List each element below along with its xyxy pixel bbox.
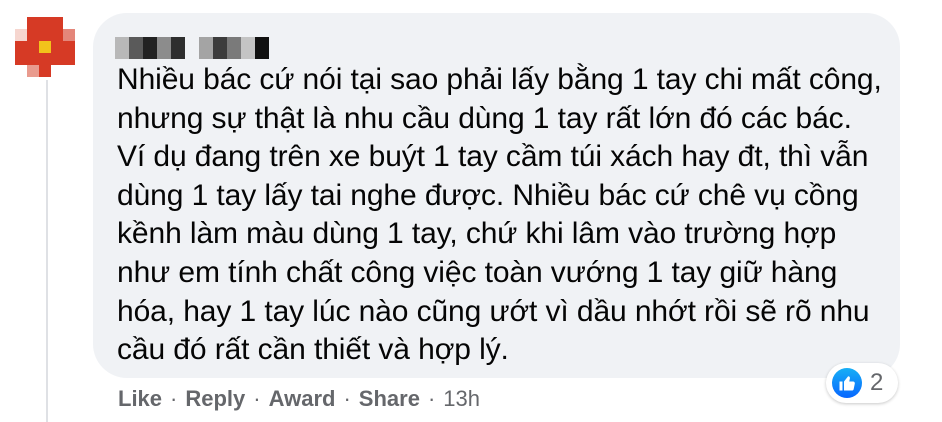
share-button[interactable]: Share <box>359 386 420 412</box>
like-icon <box>832 368 862 398</box>
comment-thread: Nhiều bác cứ nói tại sao phải lấy bằng 1… <box>0 0 942 422</box>
separator: · <box>427 386 436 411</box>
timestamp[interactable]: 13h <box>443 386 480 412</box>
reaction-badge[interactable]: 2 <box>826 363 898 403</box>
reply-button[interactable]: Reply <box>185 386 245 412</box>
author-name-redacted[interactable] <box>115 37 275 59</box>
reaction-count: 2 <box>870 369 884 396</box>
comment-bubble: Nhiều bác cứ nói tại sao phải lấy bằng 1… <box>93 13 900 378</box>
avatar[interactable] <box>15 17 75 77</box>
separator: · <box>170 386 178 411</box>
separator: · <box>343 386 351 411</box>
comment-actions: Like · Reply · Award · Share · 13h <box>118 384 480 414</box>
separator: · <box>253 386 261 411</box>
thread-line <box>46 80 48 422</box>
like-button[interactable]: Like <box>118 386 162 412</box>
comment-text: Nhiều bác cứ nói tại sao phải lấy bằng 1… <box>117 63 882 367</box>
award-button[interactable]: Award <box>269 386 336 412</box>
